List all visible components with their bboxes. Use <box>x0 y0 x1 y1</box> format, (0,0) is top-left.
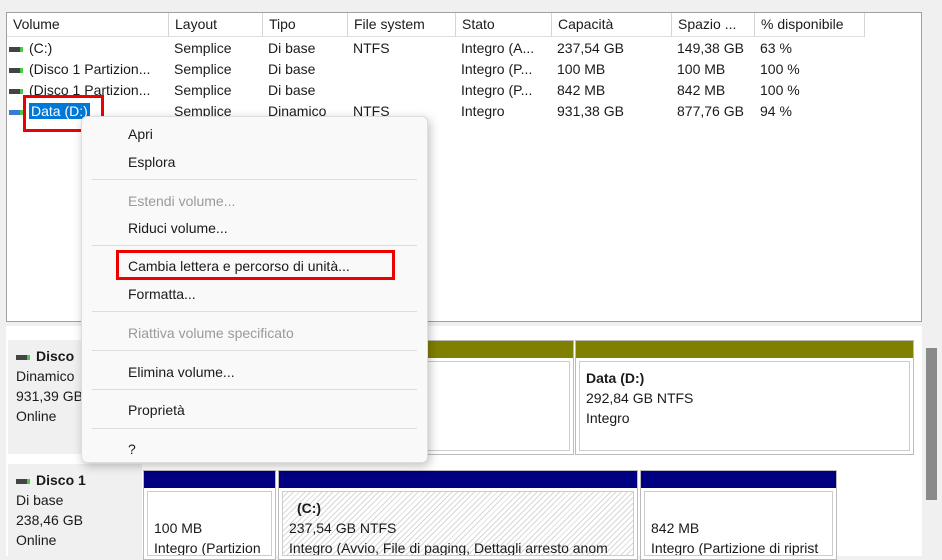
cell-text: (C:) <box>29 40 53 56</box>
col-tipo[interactable]: Tipo <box>263 13 348 37</box>
col-disponibile[interactable]: % disponibile <box>755 13 865 37</box>
menu-delete-volume[interactable]: Elimina volume... <box>128 364 235 380</box>
menu-format[interactable]: Formatta... <box>128 286 196 302</box>
cell: Integro (P... <box>461 80 532 101</box>
col-volume[interactable]: Volume <box>7 13 169 37</box>
partition-recovery-100mb[interactable]: 100 MB Integro (Partizion <box>143 470 276 560</box>
cell-text: 100 MB <box>677 61 726 77</box>
cell: Semplice <box>174 59 232 80</box>
cell: 842 MB <box>677 80 725 101</box>
cell: 237,54 GB <box>557 38 624 59</box>
menu-reactivate-volume: Riattiva volume specificato <box>128 325 294 341</box>
cell-text: 237,54 GB <box>557 40 624 56</box>
cell: 931,38 GB <box>557 101 624 122</box>
separator <box>92 245 417 246</box>
highlight-menu-item <box>116 250 395 280</box>
drive-icon <box>9 88 23 94</box>
drive-icon <box>9 67 23 73</box>
partition-recovery-842mb[interactable]: 842 MB Integro (Partizione di riprist <box>640 470 837 560</box>
cell-text: 149,38 GB <box>677 40 744 56</box>
cell: NTFS <box>353 38 390 59</box>
separator <box>92 389 417 390</box>
cell-text: Semplice <box>174 82 232 98</box>
cell-text: NTFS <box>353 40 390 56</box>
cell: 100 MB <box>677 59 725 80</box>
cell-text: 63 % <box>760 40 792 56</box>
context-menu: Apri Esplora Estendi volume... Riduci vo… <box>81 116 428 463</box>
cell: (C:) <box>9 38 52 59</box>
separator <box>92 179 417 180</box>
cell-text: 94 % <box>760 103 792 119</box>
cell: 100 % <box>760 80 800 101</box>
cell: Semplice <box>174 80 232 101</box>
menu-open[interactable]: Apri <box>128 126 153 142</box>
scrollbar[interactable] <box>922 326 942 556</box>
cell: 63 % <box>760 38 792 59</box>
col-layout[interactable]: Layout <box>169 13 263 37</box>
cell: Di base <box>268 38 315 59</box>
cell-text: Semplice <box>174 40 232 56</box>
disk1-label[interactable]: Disco 1 Di base 238,46 GB Online <box>8 464 142 556</box>
cell-text: 877,76 GB <box>677 103 744 119</box>
cell-text: Di base <box>268 82 316 98</box>
partition-c[interactable]: (C:) 237,54 GB NTFS Integro (Avvio, File d… <box>278 470 638 560</box>
menu-properties[interactable]: Proprietà <box>128 402 185 418</box>
menu-extend-volume: Estendi volume... <box>128 193 236 209</box>
cell-text: 842 MB <box>557 82 606 98</box>
cell-text: 842 MB <box>677 82 726 98</box>
col-spazio[interactable]: Spazio ... <box>672 13 755 37</box>
scrollbar-thumb[interactable] <box>926 348 937 500</box>
cell-text: 100 % <box>760 61 800 77</box>
cell: (Disco 1 Partizion... <box>9 59 150 80</box>
cell: Semplice <box>174 38 232 59</box>
separator <box>92 428 417 429</box>
col-filesystem[interactable]: File system <box>348 13 456 37</box>
cell-text: Integro <box>461 103 505 119</box>
cell-text: Di base <box>268 61 316 77</box>
cell-text: 100 MB <box>557 61 606 77</box>
menu-shrink-volume[interactable]: Riduci volume... <box>128 220 228 236</box>
cell-text: 931,38 GB <box>557 103 624 119</box>
cell: 842 MB <box>557 80 605 101</box>
cell: Integro <box>461 101 505 122</box>
col-capacita[interactable]: Capacità <box>552 13 672 37</box>
partition-data-d[interactable]: Data (D:) 292,84 GB NTFS Integro <box>575 340 914 455</box>
cell: Di base <box>268 80 315 101</box>
cell-text: Semplice <box>174 61 232 77</box>
menu-explore[interactable]: Esplora <box>128 154 175 170</box>
cell: Integro (P... <box>461 59 532 80</box>
cell: 149,38 GB <box>677 38 744 59</box>
cell-text: Di base <box>268 40 316 56</box>
drive-icon <box>9 109 23 115</box>
disk-icon <box>16 478 30 484</box>
col-stato[interactable]: Stato <box>456 13 552 37</box>
cell: 100 MB <box>557 59 605 80</box>
cell: Di base <box>268 59 315 80</box>
cell: 877,76 GB <box>677 101 744 122</box>
disk-icon <box>16 354 30 360</box>
drive-icon <box>9 46 23 52</box>
cell: 100 % <box>760 59 800 80</box>
cell-text: 100 % <box>760 82 800 98</box>
cell: 94 % <box>760 101 792 122</box>
cell-text: Integro (P... <box>461 61 533 77</box>
separator <box>92 311 417 312</box>
menu-help[interactable]: ? <box>128 441 136 457</box>
cell-text: Integro (P... <box>461 82 533 98</box>
cell-text: Integro (A... <box>461 40 535 56</box>
cell: Integro (A... <box>461 38 534 59</box>
separator <box>92 350 417 351</box>
cell-text: (Disco 1 Partizion... <box>29 61 151 77</box>
